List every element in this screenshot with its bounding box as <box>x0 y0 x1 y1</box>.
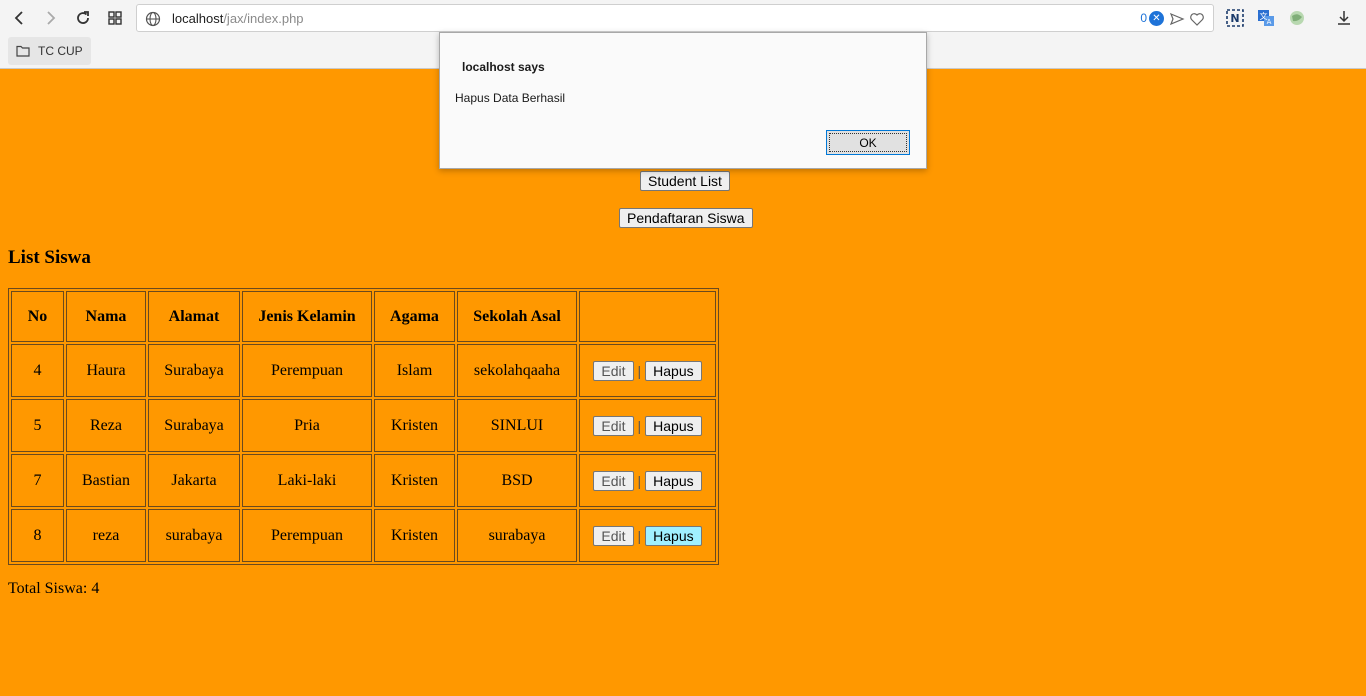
extension-n-icon[interactable]: N <box>1225 8 1245 28</box>
cell-no: 7 <box>11 454 64 507</box>
cell-nama: Bastian <box>66 454 146 507</box>
cell-jenis-kelamin: Perempuan <box>242 509 372 562</box>
cell-nama: reza <box>66 509 146 562</box>
cell-alamat: Jakarta <box>148 454 240 507</box>
hapus-button[interactable]: Hapus <box>645 360 702 381</box>
cell-actions: Edit | Hapus <box>579 509 716 562</box>
header-no: No <box>11 291 64 342</box>
globe-icon <box>145 11 161 27</box>
cell-sekolah-asal: SINLUI <box>457 399 577 452</box>
header-nama: Nama <box>66 291 146 342</box>
heart-icon[interactable] <box>1189 11 1205 27</box>
edit-button[interactable]: Edit <box>593 525 634 546</box>
bookmark-label: TC CUP <box>38 44 83 58</box>
header-sekolah-asal: Sekolah Asal <box>457 291 577 342</box>
student-table: No Nama Alamat Jenis Kelamin Agama Sekol… <box>8 288 719 565</box>
cell-nama: Haura <box>66 344 146 397</box>
cell-sekolah-asal: BSD <box>457 454 577 507</box>
cell-jenis-kelamin: Pria <box>242 399 372 452</box>
blocked-counter: 0 <box>1140 11 1147 25</box>
cell-nama: Reza <box>66 399 146 452</box>
send-icon[interactable] <box>1169 11 1185 27</box>
extension-globe-icon[interactable] <box>1287 8 1307 28</box>
ok-button[interactable]: OK <box>826 130 910 155</box>
header-alamat: Alamat <box>148 291 240 342</box>
reload-icon[interactable] <box>71 6 95 30</box>
cell-sekolah-asal: sekolahqaaha <box>457 344 577 397</box>
page-heading: List Siswa <box>8 247 91 268</box>
cell-agama: Kristen <box>374 399 455 452</box>
student-list-button[interactable]: Student List <box>640 171 730 191</box>
cell-no: 5 <box>11 399 64 452</box>
cell-actions: Edit | Hapus <box>579 399 716 452</box>
table-row: 5 Reza Surabaya Pria Kristen SINLUI Edit… <box>11 399 716 452</box>
pendaftaran-siswa-button[interactable]: Pendaftaran Siswa <box>619 208 753 228</box>
forward-icon[interactable] <box>38 6 62 30</box>
translate-icon[interactable]: 文A <box>1256 8 1276 28</box>
cell-actions: Edit | Hapus <box>579 344 716 397</box>
action-separator: | <box>637 417 642 434</box>
cell-no: 8 <box>11 509 64 562</box>
table-row: 4 Haura Surabaya Perempuan Islam sekolah… <box>11 344 716 397</box>
cell-alamat: Surabaya <box>148 399 240 452</box>
cell-jenis-kelamin: Perempuan <box>242 344 372 397</box>
edit-button[interactable]: Edit <box>593 470 634 491</box>
tabs-grid-icon[interactable] <box>103 6 127 30</box>
cell-no: 4 <box>11 344 64 397</box>
edit-button[interactable]: Edit <box>593 415 634 436</box>
hapus-button[interactable]: Hapus <box>645 415 702 436</box>
table-row: 7 Bastian Jakarta Laki-laki Kristen BSD … <box>11 454 716 507</box>
back-icon[interactable] <box>8 6 32 30</box>
header-agama: Agama <box>374 291 455 342</box>
cell-sekolah-asal: surabaya <box>457 509 577 562</box>
edit-button[interactable]: Edit <box>593 360 634 381</box>
cell-agama: Kristen <box>374 454 455 507</box>
table-row: 8 reza surabaya Perempuan Kristen suraba… <box>11 509 716 562</box>
bookmark-tc-cup[interactable]: TC CUP <box>8 37 91 65</box>
address-bar[interactable]: localhost/jax/index.php 0 ✕ <box>136 4 1214 32</box>
hapus-button[interactable]: Hapus <box>645 470 702 491</box>
dialog-message: Hapus Data Berhasil <box>455 91 566 105</box>
adblock-shield-icon[interactable]: ✕ <box>1149 11 1164 26</box>
table-header-row: No Nama Alamat Jenis Kelamin Agama Sekol… <box>11 291 716 342</box>
header-jenis-kelamin: Jenis Kelamin <box>242 291 372 342</box>
cell-alamat: Surabaya <box>148 344 240 397</box>
cell-actions: Edit | Hapus <box>579 454 716 507</box>
cell-agama: Kristen <box>374 509 455 562</box>
cell-jenis-kelamin: Laki-laki <box>242 454 372 507</box>
cell-agama: Islam <box>374 344 455 397</box>
alert-dialog: localhost says Hapus Data Berhasil OK <box>439 32 927 169</box>
action-separator: | <box>637 472 642 489</box>
folder-icon <box>16 45 30 57</box>
cell-alamat: surabaya <box>148 509 240 562</box>
action-separator: | <box>637 527 642 544</box>
svg-text:A: A <box>1267 18 1272 26</box>
header-actions <box>579 291 716 342</box>
dialog-title: localhost says <box>462 60 545 74</box>
hapus-button[interactable]: Hapus <box>645 525 702 546</box>
url-text: localhost/jax/index.php <box>172 11 304 26</box>
svg-text:N: N <box>1230 12 1239 25</box>
total-siswa: Total Siswa: 4 <box>8 580 100 597</box>
download-icon[interactable] <box>1334 8 1354 28</box>
action-separator: | <box>637 362 642 379</box>
